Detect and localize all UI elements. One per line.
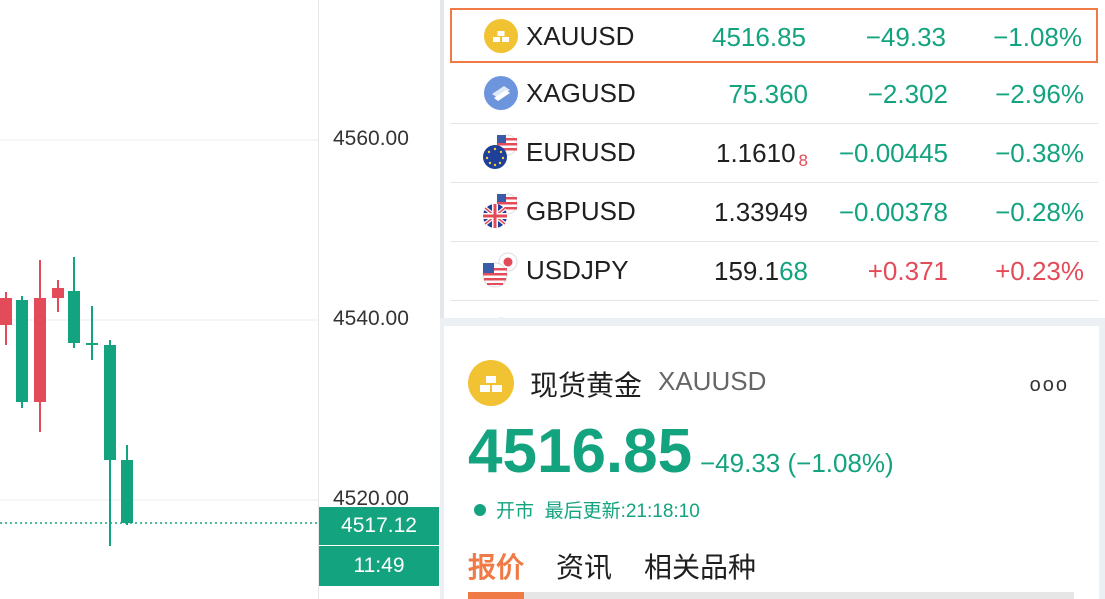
symbol-label: USDJPY — [526, 255, 629, 285]
gold-bars-icon — [468, 360, 514, 406]
price-label: 1.1610 8 — [716, 138, 808, 171]
symbol-label: XAUUSD — [526, 21, 635, 51]
price-label: 75.360 — [728, 79, 808, 109]
percent-label: −0.38% — [995, 138, 1084, 168]
watchlist-row-eurusd[interactable]: EURUSD 1.1610 8 −0.00445 −0.38% — [450, 124, 1098, 183]
candlestick-chart[interactable] — [0, 0, 318, 599]
candle-body — [121, 460, 133, 523]
eu-us-flag-icon — [483, 134, 518, 169]
silver-bars-icon — [484, 76, 518, 110]
tab-quote[interactable]: 报价 — [468, 546, 524, 586]
percent-label: +0.23% — [995, 256, 1084, 286]
symbol-label: EURUSD — [526, 137, 636, 167]
change-label: +0.371 — [867, 256, 948, 286]
flag-icon-partial — [484, 313, 518, 318]
candle-body — [52, 288, 64, 298]
candle-countdown: 11:49 — [319, 546, 439, 586]
tab-news[interactable]: 资讯 — [556, 546, 612, 586]
current-price-tag: 4517.12 — [319, 507, 439, 545]
uk-us-flag-icon — [483, 193, 518, 228]
candle-body — [0, 298, 12, 325]
status-text: 开市 — [496, 501, 535, 522]
change-label: −0.00378 — [838, 197, 948, 227]
price-label: 4516.85 — [712, 22, 806, 52]
price-change: −49.33 (−1.08%) — [700, 448, 894, 478]
price-main: 1.1610 — [716, 138, 796, 168]
change-label: −49.33 — [865, 22, 946, 52]
price-small-digit: 8 — [798, 151, 808, 170]
watchlist-row-gbpusd[interactable]: GBPUSD 1.33949 −0.00378 −0.28% — [450, 183, 1098, 242]
us-jp-flag-icon — [482, 252, 518, 288]
watchlist-row-usdjpy[interactable]: USDJPY 159.168 +0.371 +0.23% — [450, 242, 1098, 301]
updated-time: 21:18:10 — [625, 501, 700, 522]
candle-body — [104, 345, 116, 460]
quote-panel: XAUUSD 4516.85 −49.33 −1.08% XAGUSD 75.3… — [440, 0, 1105, 599]
updated-label: 最后更新: — [544, 501, 626, 522]
instrument-detail-card: 现货黄金 XAUUSD ooo 4516.85 −49.33 (−1.08%) … — [444, 326, 1099, 599]
percent-label: −2.96% — [995, 79, 1084, 109]
candle-body — [68, 291, 80, 343]
change-label: −0.00445 — [838, 138, 948, 168]
percent-label: −1.08% — [993, 22, 1082, 52]
percent-label: −0.28% — [995, 197, 1084, 227]
candlestick-plot[interactable] — [0, 0, 318, 599]
more-options-button[interactable]: ooo — [1030, 374, 1069, 397]
symbol-label: XAGUSD — [526, 78, 636, 108]
price-tick: 4540.00 — [333, 307, 409, 330]
watchlist-row-xauusd[interactable]: XAUUSD 4516.85 −49.33 −1.08% — [450, 8, 1098, 63]
price-green-digits: 68 — [779, 256, 808, 286]
instrument-name: 现货黄金 — [530, 370, 643, 401]
tab-active-indicator — [468, 592, 524, 599]
candle-body — [34, 298, 46, 402]
price-label: 1.33949 — [714, 197, 808, 227]
watchlist[interactable]: XAUUSD 4516.85 −49.33 −1.08% XAGUSD 75.3… — [440, 0, 1105, 318]
price-label: 159.168 — [714, 256, 808, 287]
market-status: 开市 最后更新:21:18:10 — [474, 496, 700, 523]
price-axis: 4560.00 4540.00 4520.00 4517.12 11:49 — [318, 0, 440, 599]
change-label: −2.302 — [867, 79, 948, 109]
symbol-label: GBPUSD — [526, 196, 636, 226]
tab-underline — [468, 592, 1074, 599]
gold-bars-icon — [484, 19, 518, 53]
price-main: 159.1 — [714, 256, 780, 286]
watchlist-row-partial[interactable] — [450, 301, 1098, 318]
instrument-symbol: XAUUSD — [658, 366, 767, 396]
last-price: 4516.85 — [468, 417, 693, 486]
candle-body — [16, 300, 28, 402]
tab-related[interactable]: 相关品种 — [644, 546, 756, 586]
candle-body — [86, 343, 98, 345]
status-dot-icon — [474, 504, 486, 516]
watchlist-row-xagusd[interactable]: XAGUSD 75.360 −2.302 −2.96% — [450, 65, 1098, 124]
price-tick: 4560.00 — [333, 127, 409, 150]
